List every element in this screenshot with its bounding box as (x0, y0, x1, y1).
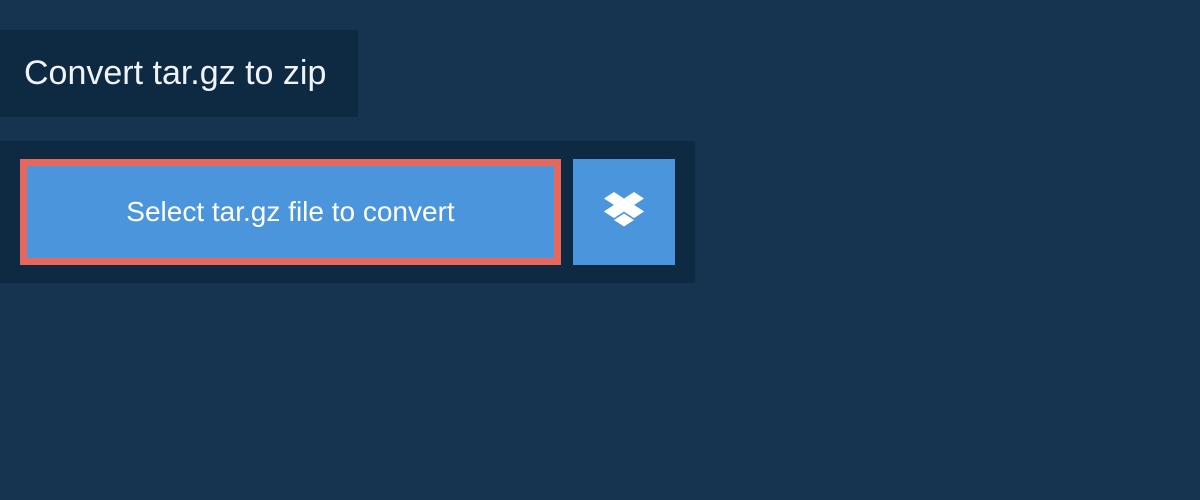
dropbox-button[interactable] (573, 159, 675, 265)
dropbox-icon (604, 192, 644, 233)
header-tab: Convert tar.gz to zip (0, 30, 358, 117)
file-select-panel: Select tar.gz file to convert (0, 141, 695, 283)
page-title: Convert tar.gz to zip (24, 54, 326, 93)
select-file-button-label: Select tar.gz file to convert (126, 196, 454, 228)
select-file-button[interactable]: Select tar.gz file to convert (20, 159, 561, 265)
